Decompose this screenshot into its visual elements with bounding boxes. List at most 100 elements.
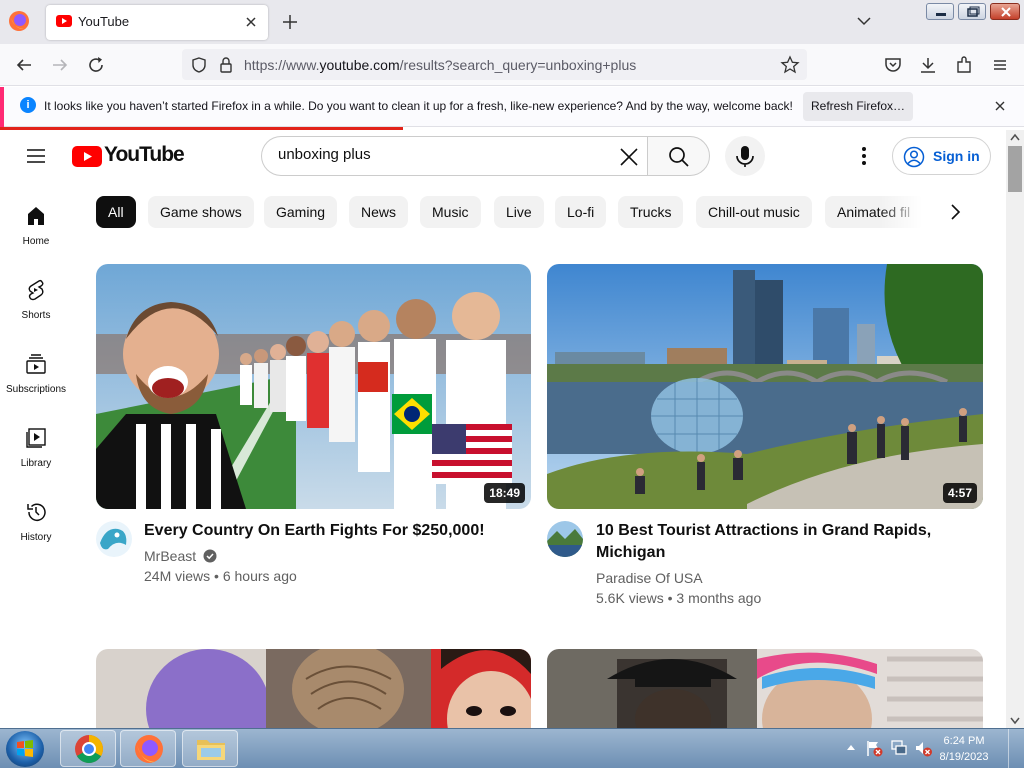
tab-title: YouTube (78, 14, 130, 29)
chip-trucks[interactable]: Trucks (618, 196, 684, 228)
thumbnail-image (96, 649, 531, 728)
taskbar-file-explorer[interactable] (182, 730, 238, 767)
chip-game-shows[interactable]: Game shows (148, 196, 254, 228)
network-icon[interactable] (889, 738, 909, 758)
channel-name[interactable]: Paradise Of USA (596, 568, 703, 588)
rail-label: History (20, 532, 52, 543)
taskbar-firefox[interactable] (120, 730, 176, 767)
action-center-flag-icon[interactable] (864, 738, 884, 758)
browser-tab-strip: YouTube (0, 0, 1024, 44)
rail-label: Subscriptions (5, 384, 67, 395)
lock-icon[interactable] (218, 56, 234, 74)
tracking-shield-icon[interactable] (190, 56, 208, 74)
list-all-tabs-icon[interactable] (855, 12, 873, 30)
rail-label: Shorts (21, 310, 51, 321)
sign-in-button[interactable]: Sign in (892, 137, 991, 175)
chip-news[interactable]: News (349, 196, 409, 228)
guide-menu-icon[interactable] (24, 144, 48, 168)
rail-label: Library (20, 458, 52, 469)
home-icon (28, 207, 44, 225)
notification-message: It looks like you haven’t started Firefo… (44, 99, 793, 113)
upload-age: 6 hours ago (222, 568, 297, 584)
history-icon (27, 503, 46, 521)
forward-icon[interactable] (50, 55, 70, 75)
video-thumbnail[interactable] (96, 649, 531, 728)
chip-live[interactable]: Live (494, 196, 544, 228)
chip-all[interactable]: All (96, 196, 136, 228)
restore-window-button[interactable] (958, 3, 986, 20)
view-count: 5.6K views (596, 590, 664, 606)
video-title[interactable]: 10 Best Tourist Attractions in Grand Rap… (596, 520, 976, 564)
youtube-logo-icon[interactable] (72, 146, 102, 167)
thumbnail-image (547, 264, 983, 509)
subscriptions-icon (26, 354, 46, 374)
rail-item-history[interactable]: History (0, 500, 72, 570)
verified-badge-icon (203, 549, 217, 563)
video-thumbnail[interactable] (547, 649, 983, 728)
settings-more-icon[interactable] (852, 144, 876, 168)
page-load-progress-bar (0, 127, 403, 130)
channel-avatar[interactable] (547, 521, 583, 557)
rail-item-subscriptions[interactable]: Subscriptions (0, 352, 72, 422)
close-window-button[interactable] (990, 3, 1020, 20)
channel-avatar[interactable] (96, 521, 132, 557)
chip-music[interactable]: Music (420, 196, 481, 228)
new-tab-icon[interactable] (280, 12, 300, 32)
extensions-icon[interactable] (954, 55, 974, 75)
show-hidden-icons-icon[interactable] (844, 738, 858, 758)
clock-time: 6:24 PM (943, 735, 985, 747)
browser-nav-bar: https://www.youtube.com/results?search_q… (0, 44, 1024, 86)
scrollbar-thumb[interactable] (1008, 146, 1022, 192)
clear-search-icon[interactable] (618, 146, 640, 168)
thumbnail-image (96, 264, 531, 509)
chip-lo-fi[interactable]: Lo-fi (555, 196, 607, 228)
taskbar-clock[interactable]: 6:24 PM 8/19/2023 (934, 733, 994, 765)
youtube-logo-text[interactable]: YouTube (104, 143, 185, 167)
firefox-notification-bar: i It looks like you haven’t started Fire… (0, 87, 1024, 127)
video-thumbnail[interactable]: 18:49 (96, 264, 531, 509)
address-bar[interactable]: https://www.youtube.com/results?search_q… (182, 49, 807, 80)
taskbar-chrome[interactable] (60, 730, 116, 767)
url-text: https://www.youtube.com/results?search_q… (244, 57, 637, 73)
page-scrollbar[interactable] (1006, 130, 1024, 728)
notification-accent-bar (0, 87, 4, 127)
chip-chill-out-music[interactable]: Chill-out music (696, 196, 812, 228)
info-icon: i (20, 97, 36, 113)
volume-icon[interactable] (913, 738, 933, 758)
view-count: 24M views (144, 568, 211, 584)
youtube-favicon-icon (56, 15, 72, 27)
app-menu-icon[interactable] (990, 55, 1010, 75)
chevron-right-icon[interactable] (944, 201, 966, 223)
search-input[interactable] (278, 146, 608, 163)
firefox-icon[interactable] (8, 10, 30, 32)
refresh-firefox-button[interactable]: Refresh Firefox… (803, 92, 913, 121)
close-tab-icon[interactable] (242, 13, 260, 31)
video-title[interactable]: Every Country On Earth Fights For $250,0… (144, 520, 524, 542)
video-metadata: 24M views • 6 hours ago (144, 568, 297, 584)
rail-item-shorts[interactable]: Shorts (0, 278, 72, 348)
pocket-icon[interactable] (883, 55, 903, 75)
video-thumbnail[interactable]: 4:57 (547, 264, 983, 509)
voice-search-mic-icon[interactable] (725, 136, 765, 176)
shorts-icon (28, 279, 44, 301)
chip-bar-fade (880, 196, 940, 228)
rail-item-library[interactable]: Library (0, 426, 72, 496)
bookmark-star-icon[interactable] (780, 55, 800, 75)
show-desktop-button[interactable] (1008, 729, 1024, 768)
video-metadata: 5.6K views • 3 months ago (596, 590, 762, 606)
start-button[interactable] (6, 731, 44, 767)
upload-age: 3 months ago (676, 590, 762, 606)
chip-gaming[interactable]: Gaming (264, 196, 338, 228)
reload-icon[interactable] (86, 55, 106, 75)
channel-name[interactable]: MrBeast (144, 546, 217, 566)
search-box[interactable] (261, 136, 647, 176)
downloads-icon[interactable] (918, 55, 938, 75)
rail-item-home[interactable]: Home (0, 204, 72, 274)
minimize-window-button[interactable] (926, 3, 954, 20)
search-button[interactable] (647, 136, 710, 176)
back-icon[interactable] (14, 55, 34, 75)
account-icon (903, 146, 925, 168)
tab-youtube[interactable]: YouTube (46, 5, 268, 40)
close-notification-icon[interactable] (992, 98, 1008, 114)
video-duration: 4:57 (942, 483, 977, 503)
